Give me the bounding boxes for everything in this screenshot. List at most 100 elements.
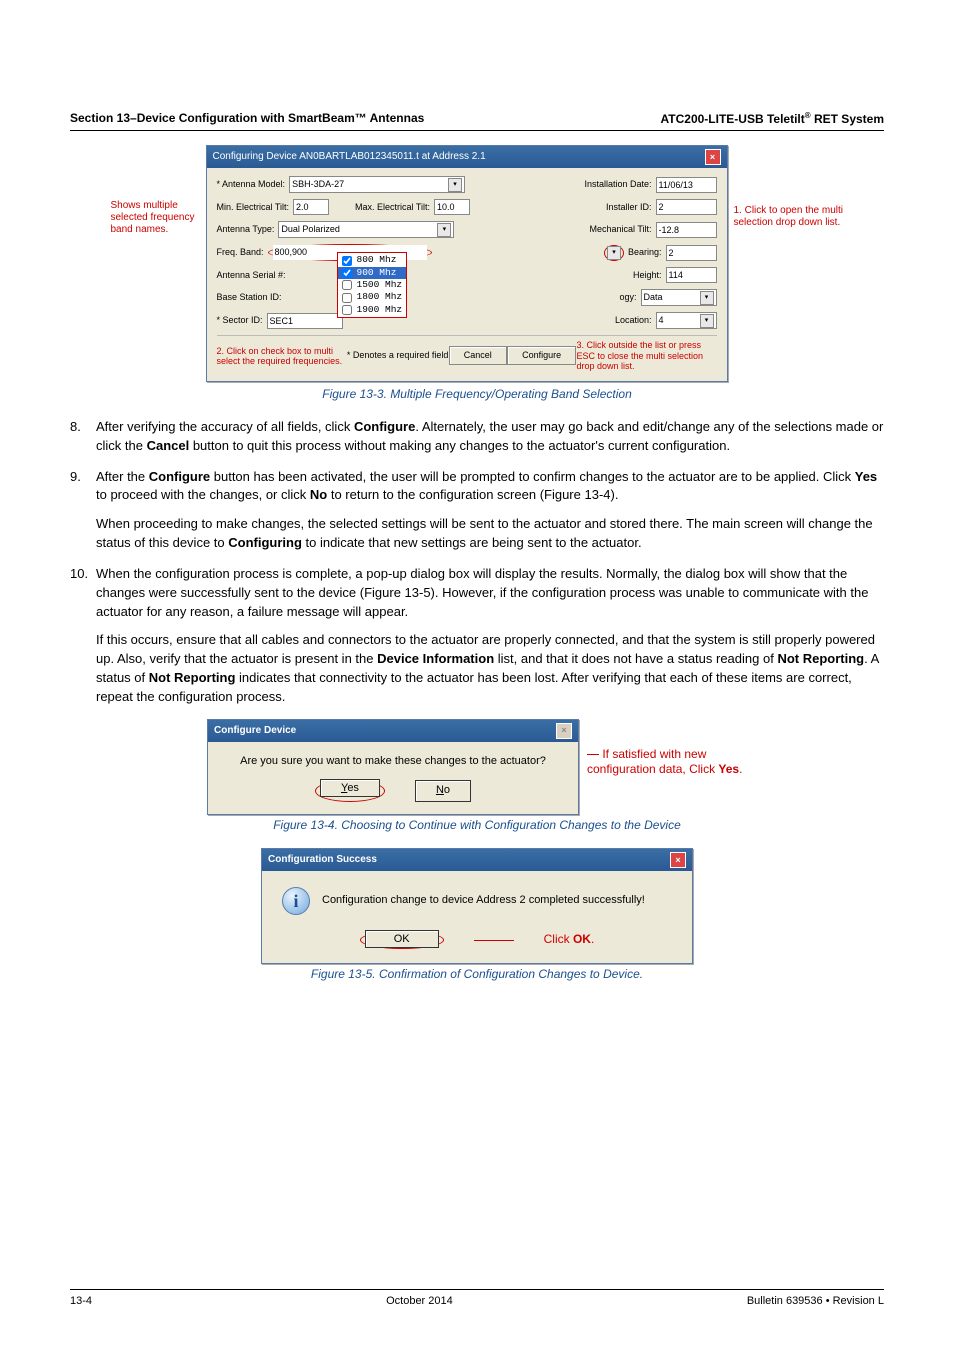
fig3-annotation: Click OK. bbox=[544, 931, 595, 948]
freq-checkbox[interactable] bbox=[342, 305, 352, 315]
text-bold: Configure bbox=[149, 469, 210, 484]
text: button to quit this process without maki… bbox=[189, 438, 730, 453]
antenna-type-label: Antenna Type: bbox=[217, 223, 275, 236]
text-bold: Not Reporting bbox=[149, 670, 236, 685]
location-select[interactable]: 4 ▾ bbox=[656, 312, 717, 329]
antenna-model-select[interactable]: SBH-3DA-27 ▾ bbox=[289, 176, 465, 193]
antenna-serial-label: Antenna Serial #: bbox=[217, 269, 286, 282]
freq-option-label: 900 Mhz bbox=[357, 267, 397, 279]
chevron-down-icon[interactable]: ▾ bbox=[448, 178, 462, 192]
fig1-left-annotation: Shows multiple selected frequency band n… bbox=[111, 200, 201, 236]
text-bold: Yes bbox=[855, 469, 877, 484]
location-value: 4 bbox=[659, 314, 664, 327]
chevron-down-icon[interactable]: ▾ bbox=[700, 314, 714, 328]
footer-date: October 2014 bbox=[386, 1294, 453, 1310]
footer-bulletin: Bulletin 639536 • Revision L bbox=[747, 1294, 884, 1310]
freq-option-label: 1800 Mhz bbox=[357, 291, 403, 303]
freq-option[interactable]: 900 Mhz bbox=[338, 267, 407, 279]
step-10: When the configuration process is comple… bbox=[70, 565, 884, 707]
min-tilt-label: Min. Electrical Tilt: bbox=[217, 201, 290, 214]
freq-option-label: 800 Mhz bbox=[357, 254, 397, 266]
yes-button[interactable]: Yes bbox=[320, 779, 380, 797]
text-bold: Configuring bbox=[228, 535, 302, 550]
close-icon[interactable]: × bbox=[556, 723, 572, 739]
min-tilt-input[interactable] bbox=[293, 199, 329, 215]
section-header-left: Section 13–Device Configuration with Sma… bbox=[70, 110, 424, 128]
max-tilt-label: Max. Electrical Tilt: bbox=[355, 201, 430, 214]
chevron-down-icon[interactable]: ▾ bbox=[437, 223, 451, 237]
install-date-label: Installation Date: bbox=[584, 178, 651, 191]
height-label: Height: bbox=[633, 269, 662, 282]
freq-option[interactable]: 1500 Mhz bbox=[338, 279, 407, 291]
step-9: After the Configure button has been acti… bbox=[70, 468, 884, 553]
text: to proceed with the changes, or click bbox=[96, 487, 310, 502]
ogy-label: ogy: bbox=[619, 291, 636, 304]
ogy-value: Data bbox=[644, 291, 663, 304]
antenna-model-value: SBH-3DA-27 bbox=[292, 178, 344, 191]
fig1-right-annotation: 1. Click to open the multi selection dro… bbox=[734, 205, 844, 229]
sector-id-label: * Sector ID: bbox=[217, 314, 263, 327]
figure-13-4-caption: Figure 13-4. Choosing to Continue with C… bbox=[70, 817, 884, 834]
text: After verifying the accuracy of all fiel… bbox=[96, 419, 354, 434]
text: button has been activated, the user will… bbox=[210, 469, 855, 484]
chevron-down-icon[interactable]: ▾ bbox=[607, 246, 621, 260]
text-bold: No bbox=[310, 487, 327, 502]
close-icon[interactable]: × bbox=[705, 149, 721, 165]
freq-option[interactable]: 800 Mhz bbox=[338, 254, 407, 266]
freq-option[interactable]: 1900 Mhz bbox=[338, 304, 407, 316]
fig1-note-2: 2. Click on check box to multi select th… bbox=[217, 346, 347, 367]
max-tilt-input[interactable] bbox=[434, 199, 470, 215]
installer-id-input[interactable] bbox=[656, 199, 717, 215]
text: When the configuration process is comple… bbox=[96, 565, 884, 622]
close-icon[interactable]: × bbox=[670, 852, 686, 868]
mech-tilt-label: Mechanical Tilt: bbox=[589, 223, 651, 236]
text: to indicate that new settings are being … bbox=[302, 535, 642, 550]
bearing-label: Bearing: bbox=[628, 246, 662, 259]
freq-checkbox[interactable] bbox=[342, 293, 352, 303]
section-header-right: ATC200-LITE-USB Teletilt® RET System bbox=[661, 110, 885, 128]
text: to return to the configuration screen (F… bbox=[327, 487, 618, 502]
base-station-id-label: Base Station ID: bbox=[217, 291, 282, 304]
freq-checkbox[interactable] bbox=[342, 280, 352, 290]
fig1-note-3: 3. Click outside the list or press ESC t… bbox=[576, 340, 716, 371]
bearing-input[interactable] bbox=[666, 245, 717, 261]
figure-13-5-caption: Figure 13-5. Confirmation of Configurati… bbox=[70, 966, 884, 983]
info-icon: i bbox=[282, 887, 310, 915]
configure-device-window: Configuring Device AN0BARTLAB012345011.t… bbox=[206, 145, 728, 382]
text-bold: Device Information bbox=[377, 651, 494, 666]
location-label: Location: bbox=[615, 314, 652, 327]
freq-option-label: 1500 Mhz bbox=[357, 279, 403, 291]
freq-option[interactable]: 1800 Mhz bbox=[338, 291, 407, 303]
required-field-note: * Denotes a required field bbox=[347, 349, 449, 362]
mech-tilt-input[interactable] bbox=[656, 222, 717, 238]
page-number: 13-4 bbox=[70, 1294, 92, 1310]
antenna-type-value: Dual Polarized bbox=[281, 223, 340, 236]
antenna-model-label: * Antenna Model: bbox=[217, 178, 286, 191]
figure-13-3-caption: Figure 13-3. Multiple Frequency/Operatin… bbox=[70, 386, 884, 403]
install-date-input[interactable] bbox=[656, 177, 717, 193]
freq-checkbox[interactable] bbox=[342, 256, 352, 266]
text-bold: Not Reporting bbox=[777, 651, 864, 666]
step-8: After verifying the accuracy of all fiel… bbox=[70, 418, 884, 456]
configure-device-dialog: Configure Device × Are you sure you want… bbox=[207, 719, 579, 815]
sector-id-input[interactable] bbox=[267, 313, 343, 329]
freq-band-dropdown-list[interactable]: 800 Mhz 900 Mhz 1500 Mhz 1800 Mhz 1900 M… bbox=[337, 252, 408, 318]
configuration-success-dialog: Configuration Success × i Configuration … bbox=[261, 848, 693, 964]
no-button[interactable]: No bbox=[415, 780, 471, 802]
installer-id-label: Installer ID: bbox=[606, 201, 652, 214]
ogy-select[interactable]: Data ▾ bbox=[641, 289, 717, 306]
configure-button[interactable]: Configure bbox=[507, 346, 576, 365]
height-input[interactable] bbox=[666, 267, 717, 283]
antenna-type-select[interactable]: Dual Polarized ▾ bbox=[278, 221, 454, 238]
cancel-button[interactable]: Cancel bbox=[449, 346, 507, 365]
dialog-title: Configuration Success bbox=[268, 853, 377, 868]
freq-band-label: Freq. Band: bbox=[217, 246, 264, 259]
freq-checkbox[interactable] bbox=[342, 268, 352, 278]
text: list, and that it does not have a status… bbox=[494, 651, 777, 666]
text-bold: Cancel bbox=[147, 438, 190, 453]
dialog-message: Are you sure you want to make these chan… bbox=[240, 754, 546, 770]
dialog-title: Configure Device bbox=[214, 724, 296, 739]
ok-button[interactable]: OK bbox=[365, 930, 439, 948]
chevron-down-icon[interactable]: ▾ bbox=[700, 291, 714, 305]
fig2-annotation: If satisfied with new configuration data… bbox=[587, 747, 747, 778]
